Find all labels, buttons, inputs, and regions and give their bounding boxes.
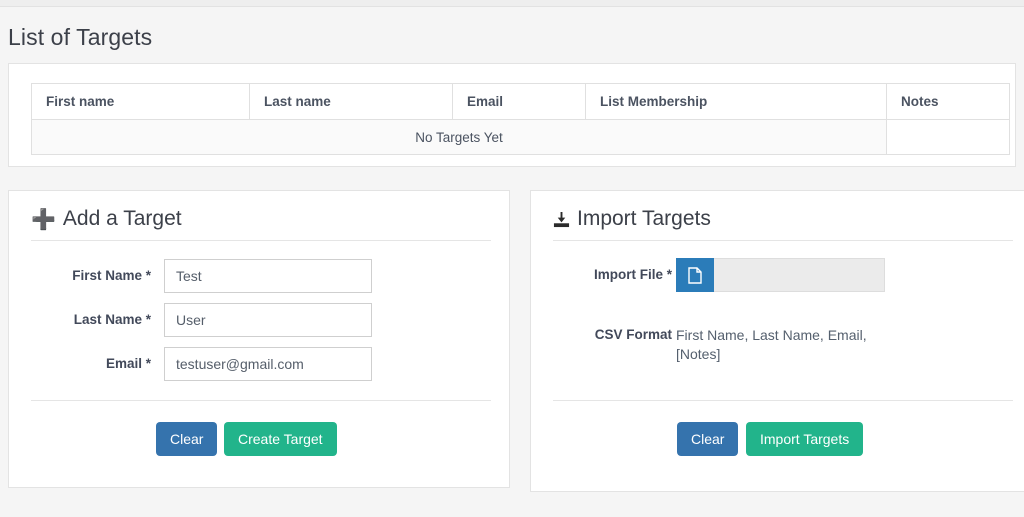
form-row-first-name: First Name * — [9, 259, 509, 293]
plus-icon: ➕ — [31, 207, 56, 231]
form-row-last-name: Last Name * — [9, 303, 509, 337]
email-input[interactable] — [164, 347, 372, 381]
import-targets-button[interactable]: Import Targets — [746, 422, 864, 456]
add-target-heading: ➕ Add a Target — [31, 206, 182, 232]
add-target-clear-button[interactable]: Clear — [156, 422, 218, 456]
import-targets-heading-divider — [553, 240, 1013, 241]
add-target-heading-divider — [31, 240, 491, 241]
download-icon — [553, 211, 570, 228]
column-header-first-name[interactable]: First name — [31, 83, 250, 120]
import-targets-footer-divider — [553, 400, 1013, 401]
add-target-heading-label: Add a Target — [62, 207, 182, 230]
import-file-input[interactable] — [676, 258, 885, 292]
import-clear-button[interactable]: Clear — [677, 422, 739, 456]
table-empty-row: No Targets Yet — [31, 119, 1010, 155]
first-name-label: First Name * — [72, 268, 151, 283]
add-target-footer-divider — [31, 400, 491, 401]
targets-table-panel: First name Last name Email List Membersh… — [8, 63, 1016, 167]
targets-table: First name Last name Email List Membersh… — [31, 83, 1010, 155]
file-icon[interactable] — [676, 258, 714, 292]
last-name-input[interactable] — [164, 303, 372, 337]
table-header-row: First name Last name Email List Membersh… — [31, 83, 1010, 120]
add-target-card: ➕ Add a Target First Name * Last Name * … — [8, 190, 510, 488]
column-header-notes[interactable]: Notes — [886, 83, 1010, 120]
column-header-email[interactable]: Email — [452, 83, 586, 120]
first-name-input[interactable] — [164, 259, 372, 293]
top-navbar-strip — [0, 0, 1024, 7]
csv-format-label: CSV Format — [594, 327, 672, 342]
email-label: Email * — [105, 356, 151, 371]
file-name-display — [714, 258, 885, 292]
empty-message-cell: No Targets Yet — [31, 119, 887, 155]
import-targets-heading-label: Import Targets — [577, 207, 711, 230]
column-header-last-name[interactable]: Last name — [249, 83, 453, 120]
last-name-label: Last Name * — [73, 312, 151, 327]
form-row-email: Email * — [9, 347, 509, 381]
column-header-list-membership[interactable]: List Membership — [585, 83, 887, 120]
create-target-button[interactable]: Create Target — [224, 422, 337, 456]
import-targets-heading: Import Targets — [553, 206, 711, 232]
import-file-label: Import File * — [593, 267, 672, 282]
empty-notes-cell — [886, 119, 1010, 155]
csv-format-value: First Name, Last Name, Email, [Notes] — [676, 327, 867, 362]
page-title: List of Targets — [8, 24, 153, 50]
